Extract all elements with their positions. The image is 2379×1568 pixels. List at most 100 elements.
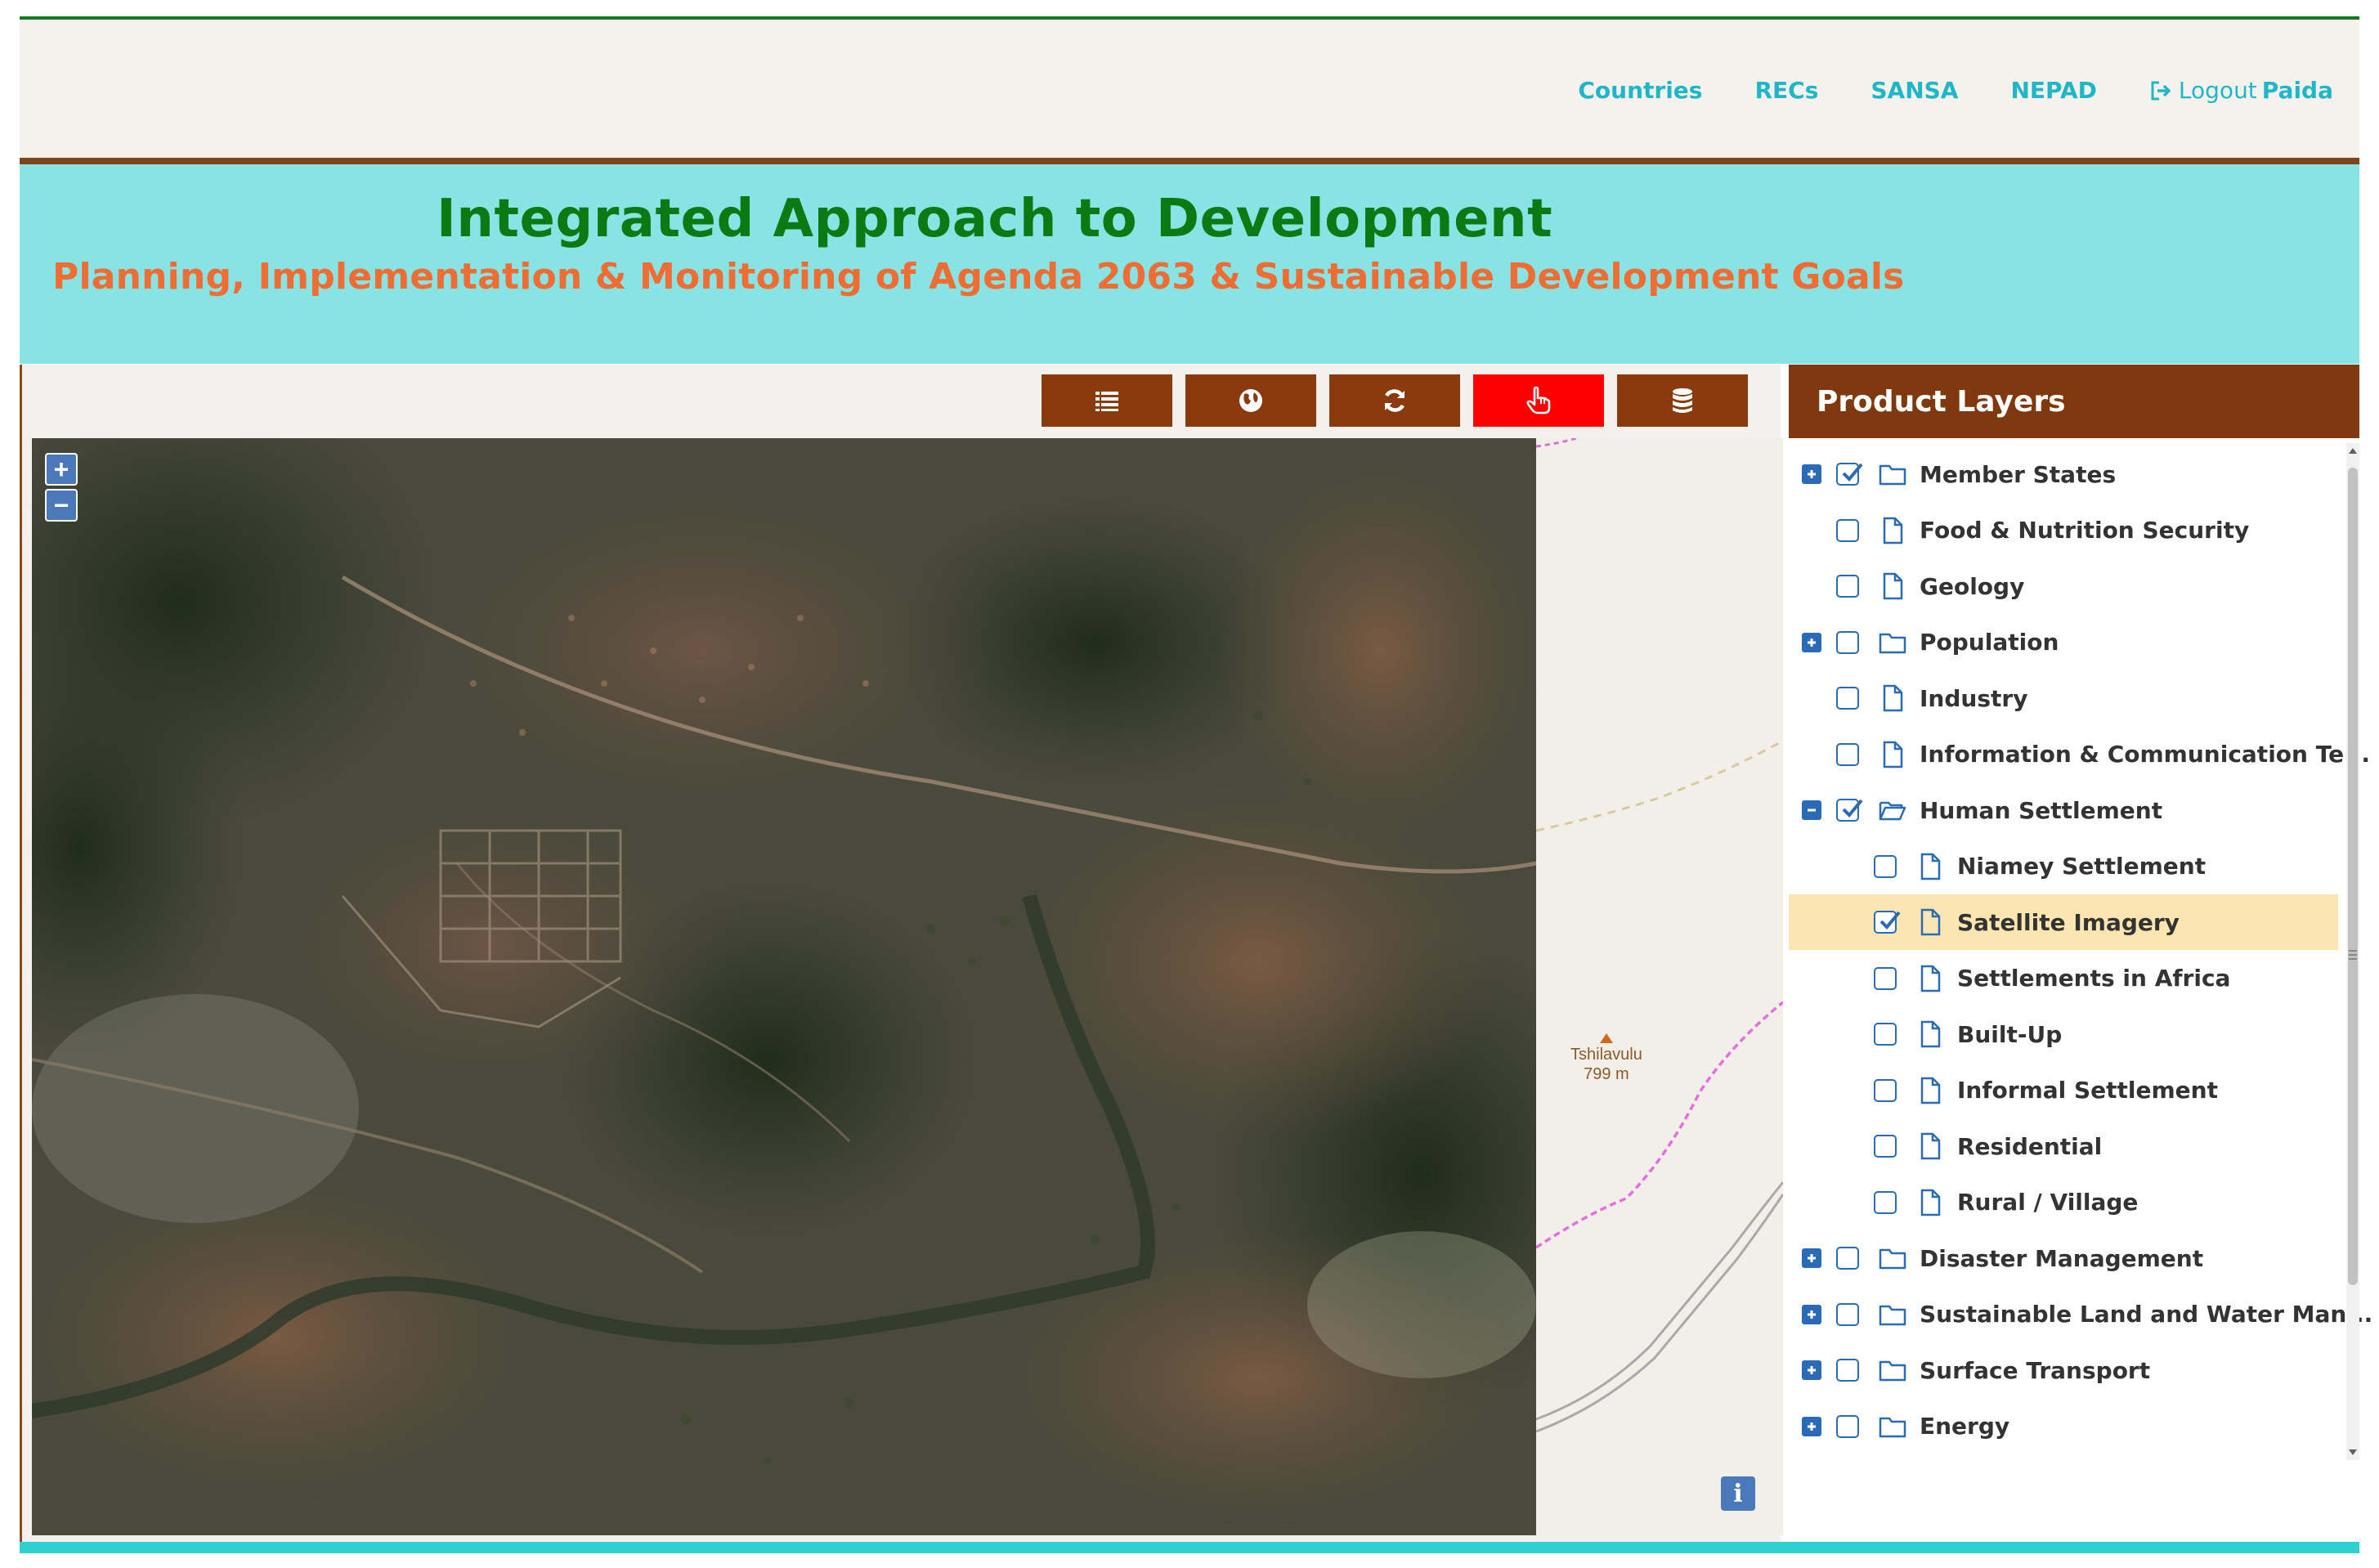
checkbox[interactable] — [1874, 1135, 1897, 1158]
folder-icon — [1879, 1417, 1906, 1437]
file-icon — [1920, 965, 1941, 992]
product-layers-panel: Product Layers Member States Food & Nutri… — [1789, 365, 2372, 1542]
attribution-info-button[interactable]: i — [1721, 1476, 1755, 1511]
scroll-grip-icon — [2349, 950, 2357, 960]
collapse-minus-icon[interactable] — [1802, 800, 1821, 820]
checkbox[interactable] — [1836, 1302, 1859, 1326]
basemap-strip[interactable]: Tshilavulu 799 m — [1536, 438, 1783, 1535]
nav-link-nepad[interactable]: NEPAD — [2010, 77, 2096, 104]
file-icon — [1920, 1020, 1941, 1048]
file-icon — [1920, 908, 1941, 936]
refresh-button[interactable] — [1329, 374, 1460, 427]
layer-row[interactable]: Human Settlement — [1789, 782, 2338, 838]
layer-list-button[interactable] — [1042, 374, 1172, 427]
file-icon — [1920, 1077, 1941, 1104]
logout-link[interactable]: Logout Paida — [2149, 77, 2333, 104]
layer-label: Energy — [1920, 1413, 2010, 1440]
expand-plus-icon[interactable] — [1802, 1248, 1821, 1268]
file-icon — [1883, 684, 1903, 712]
checkbox[interactable] — [1836, 518, 1859, 542]
satellite-map[interactable]: + − — [32, 438, 1536, 1535]
layer-label: Informal Settlement — [1957, 1077, 2218, 1104]
expand-plus-icon[interactable] — [1802, 464, 1821, 484]
folder-icon — [1879, 464, 1906, 486]
layer-label: Surface Transport — [1920, 1356, 2151, 1384]
map-toolbar — [1042, 374, 1748, 427]
logout-icon — [2151, 81, 2171, 100]
checkbox[interactable] — [1874, 1190, 1897, 1214]
checkbox[interactable] — [1836, 742, 1859, 766]
scroll-down-arrow-icon[interactable] — [2349, 1449, 2357, 1455]
basemap-features — [1536, 438, 1783, 1433]
expand-plus-icon[interactable] — [1802, 1304, 1821, 1324]
layer-tree-scrollbar[interactable] — [2346, 443, 2359, 1460]
checkbox[interactable] — [1836, 630, 1859, 654]
header-divider — [20, 158, 2359, 164]
expand-plus-icon[interactable] — [1802, 1416, 1821, 1436]
panel-title: Product Layers — [1789, 365, 2359, 438]
layer-row[interactable]: Surface Transport — [1789, 1342, 2338, 1398]
layer-label: Built-Up — [1957, 1020, 2063, 1048]
layer-row[interactable]: Niamey Settlement — [1789, 839, 2338, 894]
peak-marker-icon — [1599, 1033, 1613, 1043]
data-layers-button[interactable] — [1617, 374, 1748, 427]
checkbox[interactable] — [1836, 575, 1859, 598]
checkbox-checked[interactable] — [1836, 799, 1863, 822]
layer-row[interactable]: Information & Communication Te... — [1789, 727, 2370, 782]
layer-row[interactable]: Disaster Management — [1789, 1230, 2338, 1286]
zoom-in-button[interactable]: + — [45, 453, 78, 486]
layer-row[interactable]: Rural / Village — [1789, 1175, 2338, 1230]
layer-row[interactable]: Energy — [1789, 1399, 2338, 1454]
layer-row[interactable]: Food & Nutrition Security — [1789, 503, 2338, 558]
basemap-button[interactable] — [1185, 374, 1316, 427]
layer-label: Residential — [1957, 1132, 2103, 1160]
layer-tree: Member States Food & Nutrition Security Ge… — [1789, 446, 2372, 1525]
file-icon — [1920, 1132, 1941, 1160]
layer-row[interactable]: Satellite Imagery — [1789, 894, 2338, 950]
user-name: Paida — [2261, 77, 2333, 104]
identify-button[interactable] — [1473, 374, 1604, 427]
peak-name: Tshilavulu — [1570, 1046, 1642, 1064]
layer-row[interactable]: Member States — [1789, 446, 2338, 502]
layer-row[interactable]: Built-Up — [1789, 1006, 2338, 1062]
checkbox[interactable] — [1874, 966, 1897, 990]
layer-label: Disaster Management — [1920, 1244, 2204, 1272]
layer-row[interactable]: Informal Settlement — [1789, 1063, 2338, 1118]
nav-link-recs[interactable]: RECs — [1754, 77, 1818, 104]
globe-icon — [1239, 389, 1262, 412]
checkbox[interactable] — [1836, 1414, 1859, 1438]
scroll-up-arrow-icon[interactable] — [2349, 448, 2357, 454]
nav-link-countries[interactable]: Countries — [1578, 77, 1702, 104]
list-icon — [1095, 392, 1118, 411]
checkbox-checked[interactable] — [1874, 911, 1901, 934]
layer-row[interactable]: Geology — [1789, 558, 2338, 614]
map-area: + − Tshilavulu 799 m i — [20, 365, 1783, 1542]
checkbox[interactable] — [1836, 1247, 1859, 1270]
folder-icon — [1879, 1305, 1906, 1325]
layer-label: Information & Communication Te... — [1920, 741, 2370, 768]
checkbox-checked[interactable] — [1836, 463, 1863, 486]
scroll-thumb[interactable] — [2348, 468, 2358, 1285]
layer-label: Population — [1920, 629, 2059, 656]
file-icon — [1920, 1189, 1941, 1216]
logout-label: Logout — [2178, 77, 2257, 104]
checkbox[interactable] — [1874, 854, 1897, 878]
layer-row[interactable]: Residential — [1789, 1118, 2338, 1174]
zoom-out-button[interactable]: − — [45, 489, 78, 522]
peak-label: Tshilavulu 799 m — [1570, 1033, 1642, 1084]
checkbox[interactable] — [1874, 1023, 1897, 1046]
nav-link-sansa[interactable]: SANSA — [1870, 77, 1958, 104]
layer-label: Niamey Settlement — [1957, 853, 2207, 880]
folder-icon — [1879, 1248, 1906, 1270]
layer-row[interactable]: Sustainable Land and Water Man... — [1789, 1287, 2372, 1342]
expand-plus-icon[interactable] — [1802, 1360, 1821, 1380]
checkbox[interactable] — [1874, 1078, 1897, 1102]
layer-row[interactable]: Population — [1789, 615, 2338, 670]
layer-row[interactable]: Industry — [1789, 670, 2338, 726]
layer-label: Geology — [1920, 572, 2025, 600]
checkbox[interactable] — [1836, 1359, 1859, 1382]
file-icon — [1883, 572, 1903, 600]
expand-plus-icon[interactable] — [1802, 632, 1821, 652]
layer-row[interactable]: Settlements in Africa — [1789, 951, 2338, 1006]
checkbox[interactable] — [1836, 687, 1859, 710]
